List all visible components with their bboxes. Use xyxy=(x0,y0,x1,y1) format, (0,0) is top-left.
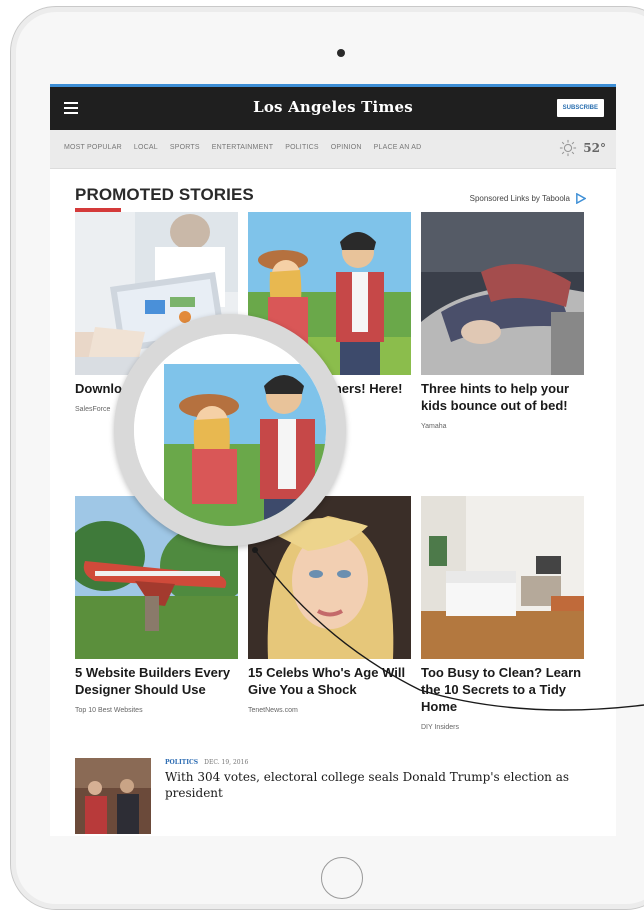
promo-image[interactable] xyxy=(421,212,584,375)
article-meta: POLITICS DEC. 19, 2016 xyxy=(165,759,248,766)
promo-headline[interactable]: 15 Celebs Who's Age Will Give You a Shoc… xyxy=(248,664,411,698)
nav-item-most-popular[interactable]: MOST POPULAR xyxy=(64,144,122,151)
section-nav: MOST POPULAR LOCAL SPORTS ENTERTAINMENT … xyxy=(50,130,616,169)
nav-item-entertainment[interactable]: ENTERTAINMENT xyxy=(212,144,273,151)
sponsored-link[interactable]: Sponsored Links by Taboola xyxy=(470,193,586,204)
article-thumbnail[interactable] xyxy=(75,758,151,834)
promo-source: Yamaha xyxy=(421,423,447,430)
news-article[interactable]: POLITICS DEC. 19, 2016 With 304 votes, el… xyxy=(75,758,595,834)
promo-card[interactable]: Too Busy to Clean? Learn the 10 Secrets … xyxy=(421,496,584,731)
camera-icon xyxy=(337,49,345,57)
subscribe-button[interactable]: SUBSCRIBE xyxy=(556,99,604,117)
magnified-image xyxy=(134,334,326,526)
sun-icon xyxy=(560,139,577,157)
promoted-stories-heading: PROMOTED STORIES xyxy=(75,185,254,204)
home-button[interactable] xyxy=(321,857,363,899)
nav-item-politics[interactable]: POLITICS xyxy=(285,144,319,151)
promo-headline[interactable]: 5 Website Builders Every Designer Should… xyxy=(75,664,238,698)
article-title[interactable]: With 304 votes, electoral college seals … xyxy=(165,769,595,801)
promo-source: DIY Insiders xyxy=(421,724,459,731)
taboola-arrow-icon xyxy=(576,193,586,204)
article-section[interactable]: POLITICS xyxy=(165,759,198,766)
nav-item-sports[interactable]: SPORTS xyxy=(170,144,200,151)
weather-widget[interactable]: 52° xyxy=(559,139,606,157)
top-bar: Los Angeles Times SUBSCRIBE xyxy=(50,84,616,130)
nav-item-opinion[interactable]: OPINION xyxy=(331,144,362,151)
nav-item-local[interactable]: LOCAL xyxy=(134,144,158,151)
promo-headline[interactable]: Too Busy to Clean? Learn the 10 Secrets … xyxy=(421,664,584,715)
promo-source: TenetNews.com xyxy=(248,707,298,714)
article-date: DEC. 19, 2016 xyxy=(204,759,249,766)
temperature: 52° xyxy=(583,141,606,155)
magnifier-overlay xyxy=(114,314,346,546)
promo-source: Top 10 Best Websites xyxy=(75,707,143,714)
nav-item-place-an-ad[interactable]: PLACE AN AD xyxy=(374,144,422,151)
sponsored-label: Sponsored Links by Taboola xyxy=(469,194,570,203)
promo-headline[interactable]: Three hints to help your kids bounce out… xyxy=(421,380,584,414)
promo-card[interactable]: Three hints to help your kids bounce out… xyxy=(421,212,584,430)
promo-image[interactable] xyxy=(421,496,584,659)
site-logo[interactable]: Los Angeles Times xyxy=(50,98,616,116)
